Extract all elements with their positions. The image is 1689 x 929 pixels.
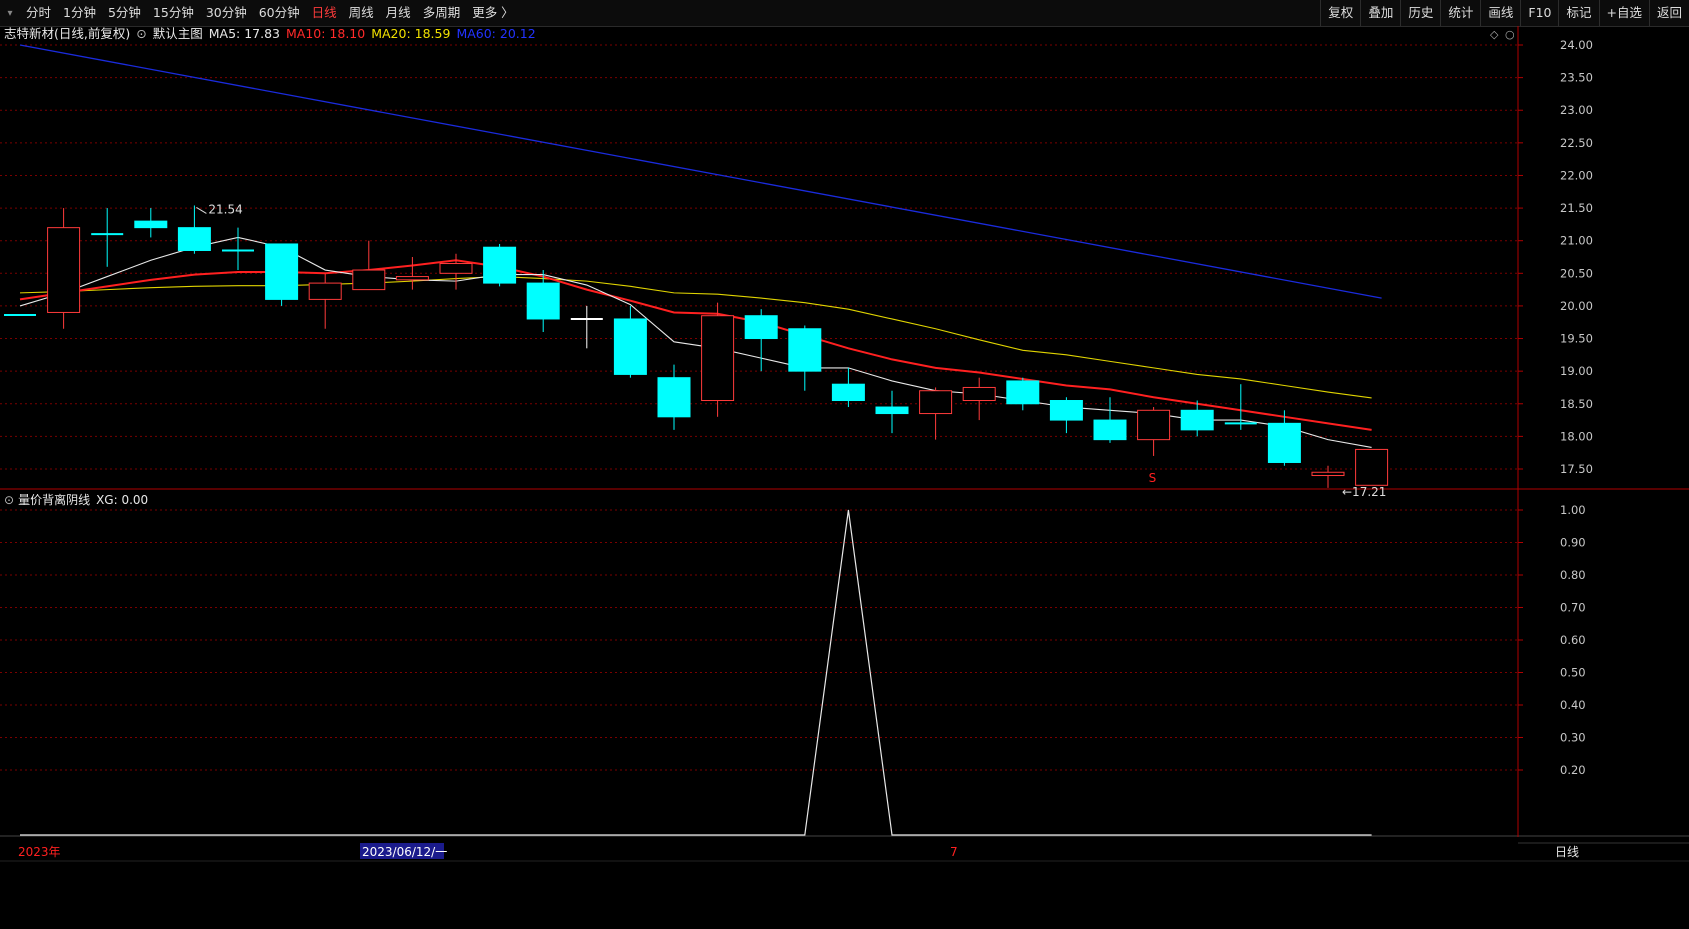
candle-body (265, 243, 299, 300)
indicator-title: 量价背离阴线 (18, 492, 90, 507)
candle-body (1137, 409, 1171, 441)
tool-button-3[interactable]: 统计 (1440, 0, 1480, 26)
period-label: 日线 (1555, 845, 1579, 859)
period-tabs: 分时 1分钟 5分钟 15分钟 30分钟 60分钟 日线 周线 月线 多周期 更多 〉 (20, 0, 520, 26)
tool-button-4[interactable]: 画线 (1480, 0, 1520, 26)
tab-period-2[interactable]: 5分钟 (102, 0, 147, 26)
price-tick-label: 23.50 (1560, 71, 1593, 85)
month-mark: 7 (950, 845, 958, 859)
tab-period-1[interactable]: 1分钟 (57, 0, 102, 26)
signal-marker: S (1149, 471, 1157, 485)
tab-period-8[interactable]: 月线 (380, 0, 417, 26)
candle-body (788, 328, 822, 372)
low-price-label: ←17.21 (1342, 485, 1386, 499)
tool-button-5[interactable]: F10 (1520, 0, 1558, 26)
indicator-tick-label: 0.90 (1560, 536, 1586, 550)
indicator-value: XG: 0.00 (96, 493, 148, 507)
candle-body (177, 227, 211, 251)
candle-body (919, 390, 953, 415)
candle-body (1355, 448, 1389, 486)
price-tick-label: 22.00 (1560, 168, 1593, 182)
tab-period-0[interactable]: 分时 (20, 0, 57, 26)
tool-button-2[interactable]: 历史 (1400, 0, 1440, 26)
candle-body (613, 318, 647, 375)
candle-body (526, 282, 560, 320)
candle-body (1180, 409, 1214, 431)
candle-body (1311, 471, 1345, 477)
year-label: 2023年 (18, 845, 61, 859)
candle-body (308, 282, 342, 300)
indicator-tick-label: 0.60 (1560, 633, 1586, 647)
candle-body (395, 276, 429, 281)
grip-icon[interactable]: ▾ (0, 0, 20, 26)
tool-button-7[interactable]: +自选 (1598, 0, 1649, 26)
chart-canvas[interactable]: 24.00 23.50 23.00 22.50 22.00 21.50 21.00 20.50… (0, 26, 1689, 929)
chart-tools: 复权 叠加 历史 统计 画线 F10 标记 +自选 返回 (1320, 0, 1689, 26)
tool-button-0[interactable]: 复权 (1320, 0, 1360, 26)
indicator-tick-label: 0.40 (1560, 698, 1586, 712)
candle-body (701, 315, 735, 402)
tab-period-9[interactable]: 多周期 (417, 0, 467, 26)
price-tick-label: 19.50 (1560, 332, 1593, 346)
price-tick-label: 21.50 (1560, 201, 1593, 215)
candle-body (439, 263, 473, 274)
indicator-tick-label: 1.00 (1560, 503, 1586, 517)
ma-label-3: MA60: 20.12 (456, 26, 535, 41)
tab-period-4[interactable]: 30分钟 (200, 0, 253, 26)
price-tick-label: 20.50 (1560, 266, 1593, 280)
date-bar (0, 837, 1689, 929)
tool-button-6[interactable]: 标记 (1558, 0, 1598, 26)
tab-period-3[interactable]: 15分钟 (147, 0, 200, 26)
high-price-label: 21.54 (208, 202, 242, 216)
ma-label-0: MA5: 17.83 (209, 26, 280, 41)
cursor-date-label: 2023/06/12/一 (362, 845, 447, 859)
tool-button-8[interactable]: 返回 (1648, 0, 1689, 26)
ma-label-1: MA10: 18.10 (286, 26, 365, 41)
candle-body (1093, 419, 1127, 441)
price-tick-label: 23.00 (1560, 103, 1593, 117)
indicator-tick-label: 0.20 (1560, 763, 1586, 777)
candle-body (962, 386, 996, 402)
candle-body (483, 246, 517, 284)
settings-icon: ⊙ (136, 26, 146, 41)
tool-button-1[interactable]: 叠加 (1360, 0, 1400, 26)
price-tick-label: 18.50 (1560, 397, 1593, 411)
candle-body (134, 220, 168, 229)
candle-body (1006, 380, 1040, 405)
candle-body (1049, 400, 1083, 421)
template-label: 默认主图 (153, 26, 203, 41)
price-tick-label: 17.50 (1560, 462, 1593, 476)
price-tick-label: 19.00 (1560, 364, 1593, 378)
indicator-tick-label: 0.80 (1560, 568, 1586, 582)
tab-period-6[interactable]: 日线 (306, 0, 343, 26)
candle-body (831, 383, 865, 402)
indicator-tick-label: 0.50 (1560, 666, 1586, 680)
stock-title: 志特新材(日线,前复权) (4, 26, 130, 41)
price-tick-label: 18.00 (1560, 429, 1593, 443)
price-tick-label: 22.50 (1560, 136, 1593, 150)
candle-body (657, 377, 691, 418)
candle-body (1267, 422, 1301, 463)
indicator-tick-label: 0.70 (1560, 601, 1586, 615)
price-tick-label: 21.00 (1560, 234, 1593, 248)
ma20-line (19, 276, 1372, 399)
candle-body (875, 406, 909, 415)
indicator-header: ⊙ 量价背离阴线 XG: 0.00 (4, 492, 148, 507)
ma60-line (19, 44, 1382, 299)
price-tick-label: 24.00 (1560, 38, 1593, 52)
price-tick-label: 20.00 (1560, 299, 1593, 313)
indicator-toggle-icon: ⊙ (4, 493, 14, 507)
main-chart-header: 志特新材(日线,前复权) ⊙ 默认主图 MA5: 17.83 MA10: 18.10 MA… (4, 26, 536, 41)
candle-body (47, 227, 81, 313)
tab-period-10[interactable]: 更多 〉 (466, 0, 519, 26)
ma-label-2: MA20: 18.59 (371, 26, 450, 41)
tab-period-5[interactable]: 60分钟 (253, 0, 306, 26)
diamond-icon: ◇ (1490, 28, 1499, 41)
tab-period-7[interactable]: 周线 (343, 0, 380, 26)
period-toolbar: ▾ 分时 1分钟 5分钟 15分钟 30分钟 60分钟 日线 周线 月线 多周期 更多 〉 复权 叠加… (0, 0, 1689, 27)
indicator-tick-label: 0.30 (1560, 731, 1586, 745)
circle-icon: ○ (1505, 28, 1515, 41)
candle-body (352, 269, 386, 291)
candle-body (744, 315, 778, 340)
